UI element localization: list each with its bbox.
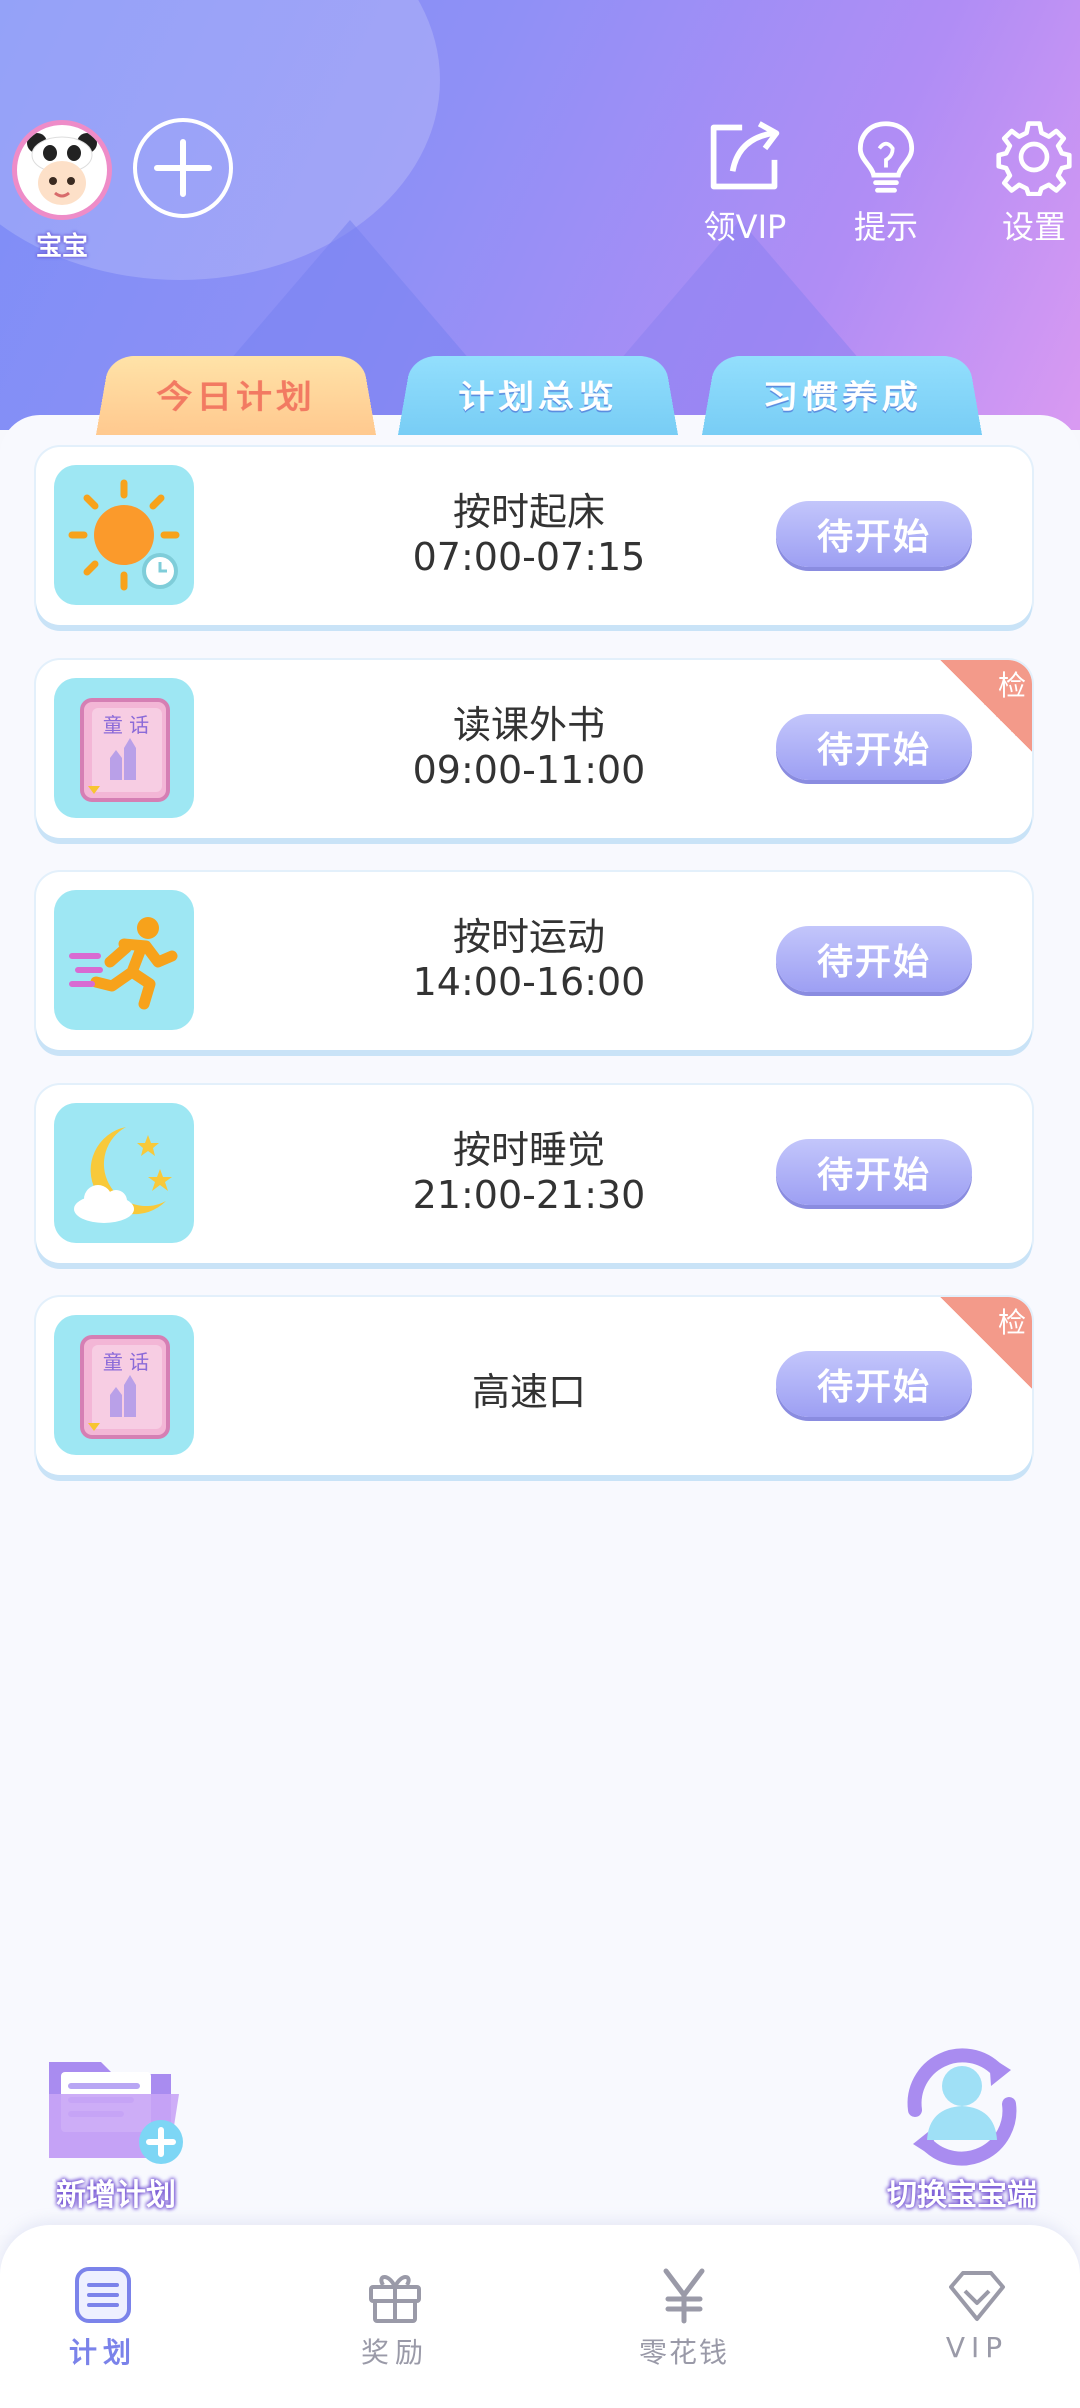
add-plan-button[interactable]: 新增计划 xyxy=(36,2050,196,2214)
sun-clock-icon xyxy=(54,465,194,605)
task-title: 按时运动 xyxy=(452,915,605,959)
avatar-name: 宝宝 xyxy=(35,232,88,262)
check-tag: 检 xyxy=(940,1297,1032,1389)
tab-habit-building-label: 习惯养成 xyxy=(762,377,922,416)
task-title: 按时起床 xyxy=(452,490,605,534)
nav-pocket-money[interactable]: 零花钱 xyxy=(604,2265,764,2371)
nav-vip[interactable]: VIP xyxy=(897,2265,1057,2364)
check-tag-label: 检 xyxy=(997,669,1026,702)
get-vip-label: 领VIP xyxy=(703,208,787,246)
storybook-icon: 童 话 xyxy=(54,1315,194,1455)
svg-text:童 话: 童 话 xyxy=(103,713,149,737)
plus-icon xyxy=(154,139,212,197)
task-title: 读课外书 xyxy=(452,703,605,747)
nav-vip-label: VIP xyxy=(945,2331,1009,2364)
settings-label: 设置 xyxy=(1001,208,1066,246)
switch-child-button[interactable]: 切换宝宝端 xyxy=(862,2040,1062,2214)
nav-plan[interactable]: 计划 xyxy=(23,2265,183,2371)
folder-add-icon xyxy=(49,2062,183,2164)
task-time: 14:00-16:00 xyxy=(412,960,646,1004)
child-avatar[interactable] xyxy=(12,120,112,220)
task-status-button[interactable]: 待开始 xyxy=(776,1139,972,1205)
tab-plan-overview[interactable]: 计划总览 xyxy=(398,356,678,435)
switch-child-label: 切换宝宝端 xyxy=(887,2178,1037,2213)
settings-button[interactable]: 设置 xyxy=(974,118,1080,248)
task-time: 21:00-21:30 xyxy=(412,1173,646,1217)
tab-today-plan-label: 今日计划 xyxy=(156,377,316,416)
nav-plan-label: 计划 xyxy=(68,2336,137,2369)
get-vip-button[interactable]: 领VIP xyxy=(685,118,805,248)
task-status-button[interactable]: 待开始 xyxy=(776,926,972,992)
plan-icon xyxy=(75,2267,131,2323)
moon-stars-icon xyxy=(54,1103,194,1243)
running-person-icon xyxy=(54,890,194,1030)
add-plan-label: 新增计划 xyxy=(56,2178,176,2213)
task-card[interactable]: 按时起床 07:00-07:15 待开始 xyxy=(36,447,1032,625)
task-card[interactable]: 按时睡觉 21:00-21:30 待开始 xyxy=(36,1085,1032,1263)
diamond-icon xyxy=(949,2271,1005,2321)
tab-plan-overview-label: 计划总览 xyxy=(458,377,618,416)
task-time: 07:00-07:15 xyxy=(412,535,646,579)
check-tag: 检 xyxy=(940,660,1032,752)
task-status-button[interactable]: 待开始 xyxy=(776,501,972,567)
tips-button[interactable]: 提示 xyxy=(826,118,946,248)
bottom-nav: 计划 奖励 零花钱 VIP xyxy=(0,2225,1080,2408)
plan-tabs: 今日计划 计划总览 习惯养成 xyxy=(0,345,1080,435)
add-child-button[interactable] xyxy=(133,118,233,218)
lightbulb-icon xyxy=(857,121,915,193)
share-icon xyxy=(710,121,780,190)
task-card[interactable]: 童 话 高速口 待开始 检 xyxy=(36,1297,1032,1475)
task-title: 高速口 xyxy=(471,1370,586,1414)
switch-user-icon xyxy=(907,2048,1017,2166)
tips-label: 提示 xyxy=(853,208,918,246)
task-card[interactable]: 童 话 读课外书 09:00-11:00 待开始 检 xyxy=(36,660,1032,838)
gear-icon xyxy=(996,121,1072,196)
task-time: 09:00-11:00 xyxy=(412,748,646,792)
svg-text:童 话: 童 话 xyxy=(103,1350,149,1374)
nav-rewards-label: 奖励 xyxy=(360,2336,429,2369)
tab-today-plan[interactable]: 今日计划 xyxy=(96,356,376,435)
tab-habit-building[interactable]: 习惯养成 xyxy=(702,356,982,435)
nav-pocket-money-label: 零花钱 xyxy=(638,2336,729,2369)
yen-icon xyxy=(663,2268,705,2324)
storybook-icon: 童 话 xyxy=(54,678,194,818)
nav-rewards[interactable]: 奖励 xyxy=(315,2265,475,2371)
panda-kid-icon xyxy=(24,133,100,211)
task-card[interactable]: 按时运动 14:00-16:00 待开始 xyxy=(36,872,1032,1050)
check-tag-label: 检 xyxy=(997,1306,1026,1339)
gift-icon xyxy=(369,2275,421,2323)
task-title: 按时睡觉 xyxy=(452,1128,605,1172)
